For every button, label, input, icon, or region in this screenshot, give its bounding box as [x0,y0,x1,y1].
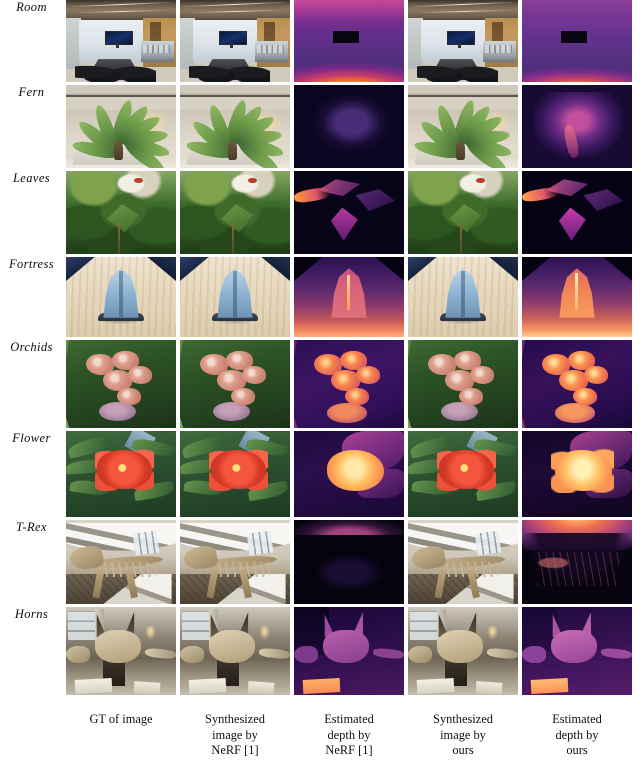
cell-flower-nerf-depth [294,431,404,517]
cell-orchids-gt [66,340,176,428]
row-label-fortress: Fortress [8,257,55,271]
row-cells [66,171,640,254]
cell-leaves-nerf-depth [294,171,404,254]
column-label-gt: GT of image [66,712,176,759]
table-row: Room [0,0,640,82]
table-row: Flower [0,431,640,517]
cell-flower-ours-depth [522,431,632,517]
row-cells [66,431,640,517]
cell-fern-nerf-depth [294,85,404,168]
caption-line: Estimated [552,712,602,726]
cell-t-rex-ours-depth [522,520,632,604]
cell-orchids-nerf-image [180,340,290,428]
caption-line: ours [452,743,474,757]
row-label-room: Room [16,0,47,14]
cell-fortress-nerf-depth [294,257,404,337]
table-row: Leaves [0,171,640,254]
cell-leaves-nerf-image [180,171,290,254]
column-captions: GT of image Synthesized image by NeRF [1… [0,712,640,759]
caption-line: Synthesized [205,712,265,726]
row-label-orchids: Orchids [10,340,53,354]
row-cells [66,340,640,428]
caption-line: ours [566,743,588,757]
cell-horns-nerf-depth [294,607,404,695]
cell-leaves-ours-image [408,171,518,254]
table-row: T-Rex [0,520,640,604]
cell-flower-nerf-image [180,431,290,517]
cell-room-nerf-depth [294,0,404,82]
row-label-flower: Flower [12,431,51,445]
cell-horns-ours-depth [522,607,632,695]
cell-horns-ours-image [408,607,518,695]
caption-cells: GT of image Synthesized image by NeRF [1… [66,712,640,759]
cell-orchids-nerf-depth [294,340,404,428]
figure-root: Room Fern Leaves Fortress Orchids Flower… [0,0,640,760]
caption-line: image by [212,727,258,742]
cell-t-rex-nerf-image [180,520,290,604]
cell-leaves-ours-depth [522,171,632,254]
column-label-ours-image: Synthesized image by ours [408,712,518,759]
table-row: Fortress [0,257,640,337]
cell-room-gt [66,0,176,82]
caption-line: Synthesized [433,712,493,726]
caption-line: NeRF [1] [211,743,259,757]
cell-horns-nerf-image [180,607,290,695]
cell-fortress-ours-image [408,257,518,337]
cell-fern-nerf-image [180,85,290,168]
caption-line: depth by [555,727,599,742]
column-label-ours-depth: Estimated depth by ours [522,712,632,759]
cell-leaves-gt [66,171,176,254]
caption-line: image by [440,727,486,742]
caption-line: Estimated [324,712,374,726]
caption-line: NeRF [1] [325,743,373,757]
caption-line: GT of image [89,712,153,726]
cell-t-rex-ours-image [408,520,518,604]
row-label-t-rex: T-Rex [16,520,47,534]
row-label-horns: Horns [14,607,49,621]
cell-orchids-ours-image [408,340,518,428]
row-label-fern: Fern [18,85,45,99]
cell-fern-ours-image [408,85,518,168]
table-row: Horns [0,607,640,695]
column-label-nerf-depth: Estimated depth by NeRF [1] [294,712,404,759]
cell-fern-ours-depth [522,85,632,168]
table-row: Fern [0,85,640,168]
row-cells [66,85,640,168]
cell-t-rex-gt [66,520,176,604]
cell-fortress-gt [66,257,176,337]
cell-flower-gt [66,431,176,517]
table-row: Orchids [0,340,640,428]
column-label-nerf-image: Synthesized image by NeRF [1] [180,712,290,759]
cell-orchids-ours-depth [522,340,632,428]
cell-t-rex-nerf-depth [294,520,404,604]
cell-room-ours-image [408,0,518,82]
cell-fortress-ours-depth [522,257,632,337]
cell-fern-gt [66,85,176,168]
comparison-grid: Room Fern Leaves Fortress Orchids Flower… [0,0,640,695]
row-cells [66,257,640,337]
cell-flower-ours-image [408,431,518,517]
row-label-leaves: Leaves [12,171,51,185]
cell-room-ours-depth [522,0,632,82]
cell-room-nerf-image [180,0,290,82]
row-cells [66,0,640,82]
cell-horns-gt [66,607,176,695]
cell-fortress-nerf-image [180,257,290,337]
caption-line: depth by [327,727,371,742]
row-cells [66,607,640,695]
row-cells [66,520,640,604]
